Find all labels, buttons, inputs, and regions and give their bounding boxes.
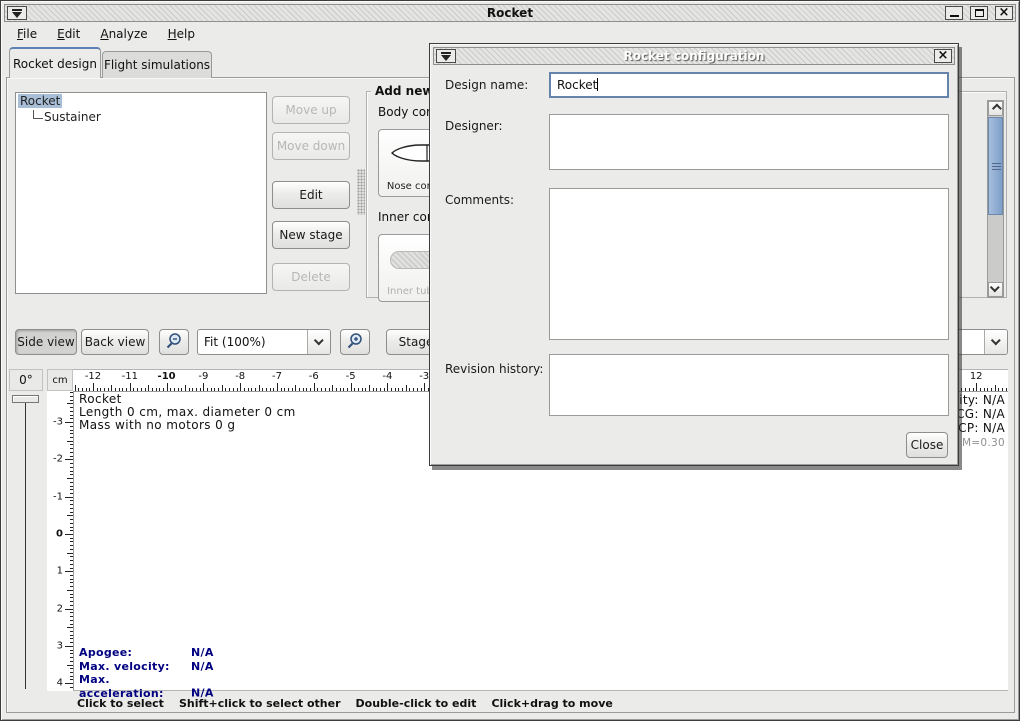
zoom-level-value: Fit (100%) <box>198 330 307 354</box>
tab-flight-simulations[interactable]: Flight simulations <box>102 51 212 78</box>
splitter-grip[interactable] <box>357 169 365 215</box>
menubar: File Edit Analyze Help <box>5 23 1015 45</box>
window-menu-icon <box>440 51 452 62</box>
max-velocity-row: Max. velocity:N/A <box>79 660 214 674</box>
hint-click-select: Click to select <box>77 697 164 710</box>
chevron-down-icon <box>990 282 1000 292</box>
move-down-button[interactable]: Move down <box>272 132 350 160</box>
close-button[interactable]: × <box>995 6 1013 20</box>
close-icon: × <box>999 8 1010 18</box>
zoom-in-button[interactable] <box>340 329 370 355</box>
tree-item-rocket[interactable]: Rocket <box>16 93 266 109</box>
comments-label: Comments: <box>445 193 514 207</box>
hint-double-click: Double-click to edit <box>356 697 477 710</box>
move-up-button[interactable]: Move up <box>272 96 350 124</box>
chevron-down-icon <box>313 335 323 345</box>
window-menu-icon <box>11 8 23 19</box>
ruler-unit-label: cm <box>47 369 73 391</box>
statusbar: Click to select Shift+click to select ot… <box>7 693 1013 713</box>
back-view-button[interactable]: Back view <box>81 329 149 355</box>
maximize-icon <box>975 9 984 17</box>
designer-label: Designer: <box>445 119 503 133</box>
maximize-button[interactable] <box>970 6 988 20</box>
chevron-up-icon <box>992 104 1002 114</box>
tab-rocket-design[interactable]: Rocket design <box>9 47 101 78</box>
rotation-slider-track[interactable] <box>25 399 26 689</box>
main-titlebar[interactable]: Rocket × <box>4 4 1016 22</box>
side-view-button[interactable]: Side view <box>15 329 77 355</box>
text-caret <box>597 78 598 91</box>
menu-file[interactable]: File <box>13 24 41 44</box>
minimize-icon <box>950 15 959 17</box>
combo-arrow[interactable] <box>984 330 1007 354</box>
dialog-window-menu-button[interactable] <box>436 49 456 63</box>
component-tree[interactable]: Rocket Sustainer <box>15 92 267 294</box>
scroll-up-button[interactable] <box>988 101 1003 116</box>
add-new-scrollbar[interactable] <box>987 100 1004 298</box>
rotation-slider-handle[interactable] <box>12 395 39 403</box>
rocket-info-text: Rocket Length 0 cm, max. diameter 0 cm M… <box>79 393 296 432</box>
revision-history-textarea[interactable] <box>549 354 949 416</box>
dialog-close-action-button[interactable]: Close <box>906 432 948 458</box>
scroll-thumb[interactable] <box>988 117 1003 215</box>
zoom-out-button[interactable] <box>159 329 189 355</box>
window-title: Rocket <box>5 6 1015 20</box>
apogee-row: Apogee:N/A <box>79 646 214 660</box>
combo-arrow[interactable] <box>307 330 330 354</box>
design-name-label: Design name: <box>445 78 528 92</box>
dialog-titlebar[interactable]: Rocket configuration × <box>433 47 955 65</box>
menu-help[interactable]: Help <box>164 24 199 44</box>
zoom-level-combobox[interactable]: Fit (100%) <box>197 329 331 355</box>
rotation-value: 0° <box>9 369 43 391</box>
tree-item-sustainer[interactable]: Sustainer <box>16 109 266 125</box>
edit-button[interactable]: Edit <box>272 181 350 209</box>
zoom-out-icon <box>165 332 183 353</box>
chevron-down-icon <box>990 335 1000 345</box>
hint-click-drag: Click+drag to move <box>491 697 612 710</box>
tree-connector <box>33 110 43 119</box>
menu-edit[interactable]: Edit <box>53 24 84 44</box>
flight-stats: Apogee:N/A Max. velocity:N/A Max. accele… <box>79 646 214 700</box>
revision-history-label: Revision history: <box>445 362 543 376</box>
minimize-button[interactable] <box>945 6 963 20</box>
designer-textarea[interactable] <box>549 114 949 170</box>
zoom-in-icon <box>346 332 364 353</box>
new-stage-button[interactable]: New stage <box>272 221 350 249</box>
delete-button[interactable]: Delete <box>272 263 350 291</box>
menu-analyze[interactable]: Analyze <box>96 24 151 44</box>
design-name-input[interactable]: Rocket <box>549 72 949 98</box>
main-window: Rocket × File Edit Analyze Help Rocket d… <box>0 0 1020 721</box>
scroll-down-button[interactable] <box>988 282 1003 297</box>
dialog-title: Rocket configuration <box>434 49 954 63</box>
hint-shift-click: Shift+click to select other <box>179 697 341 710</box>
dialog-close-button[interactable]: × <box>934 49 952 63</box>
window-menu-button[interactable] <box>7 6 27 20</box>
close-icon: × <box>938 51 949 61</box>
thumb-grip <box>992 163 1001 171</box>
left-ruler: -3-2-101234 <box>47 391 73 691</box>
comments-textarea[interactable] <box>549 188 949 340</box>
rocket-configuration-dialog: Rocket configuration × Design name: Rock… <box>429 43 959 466</box>
